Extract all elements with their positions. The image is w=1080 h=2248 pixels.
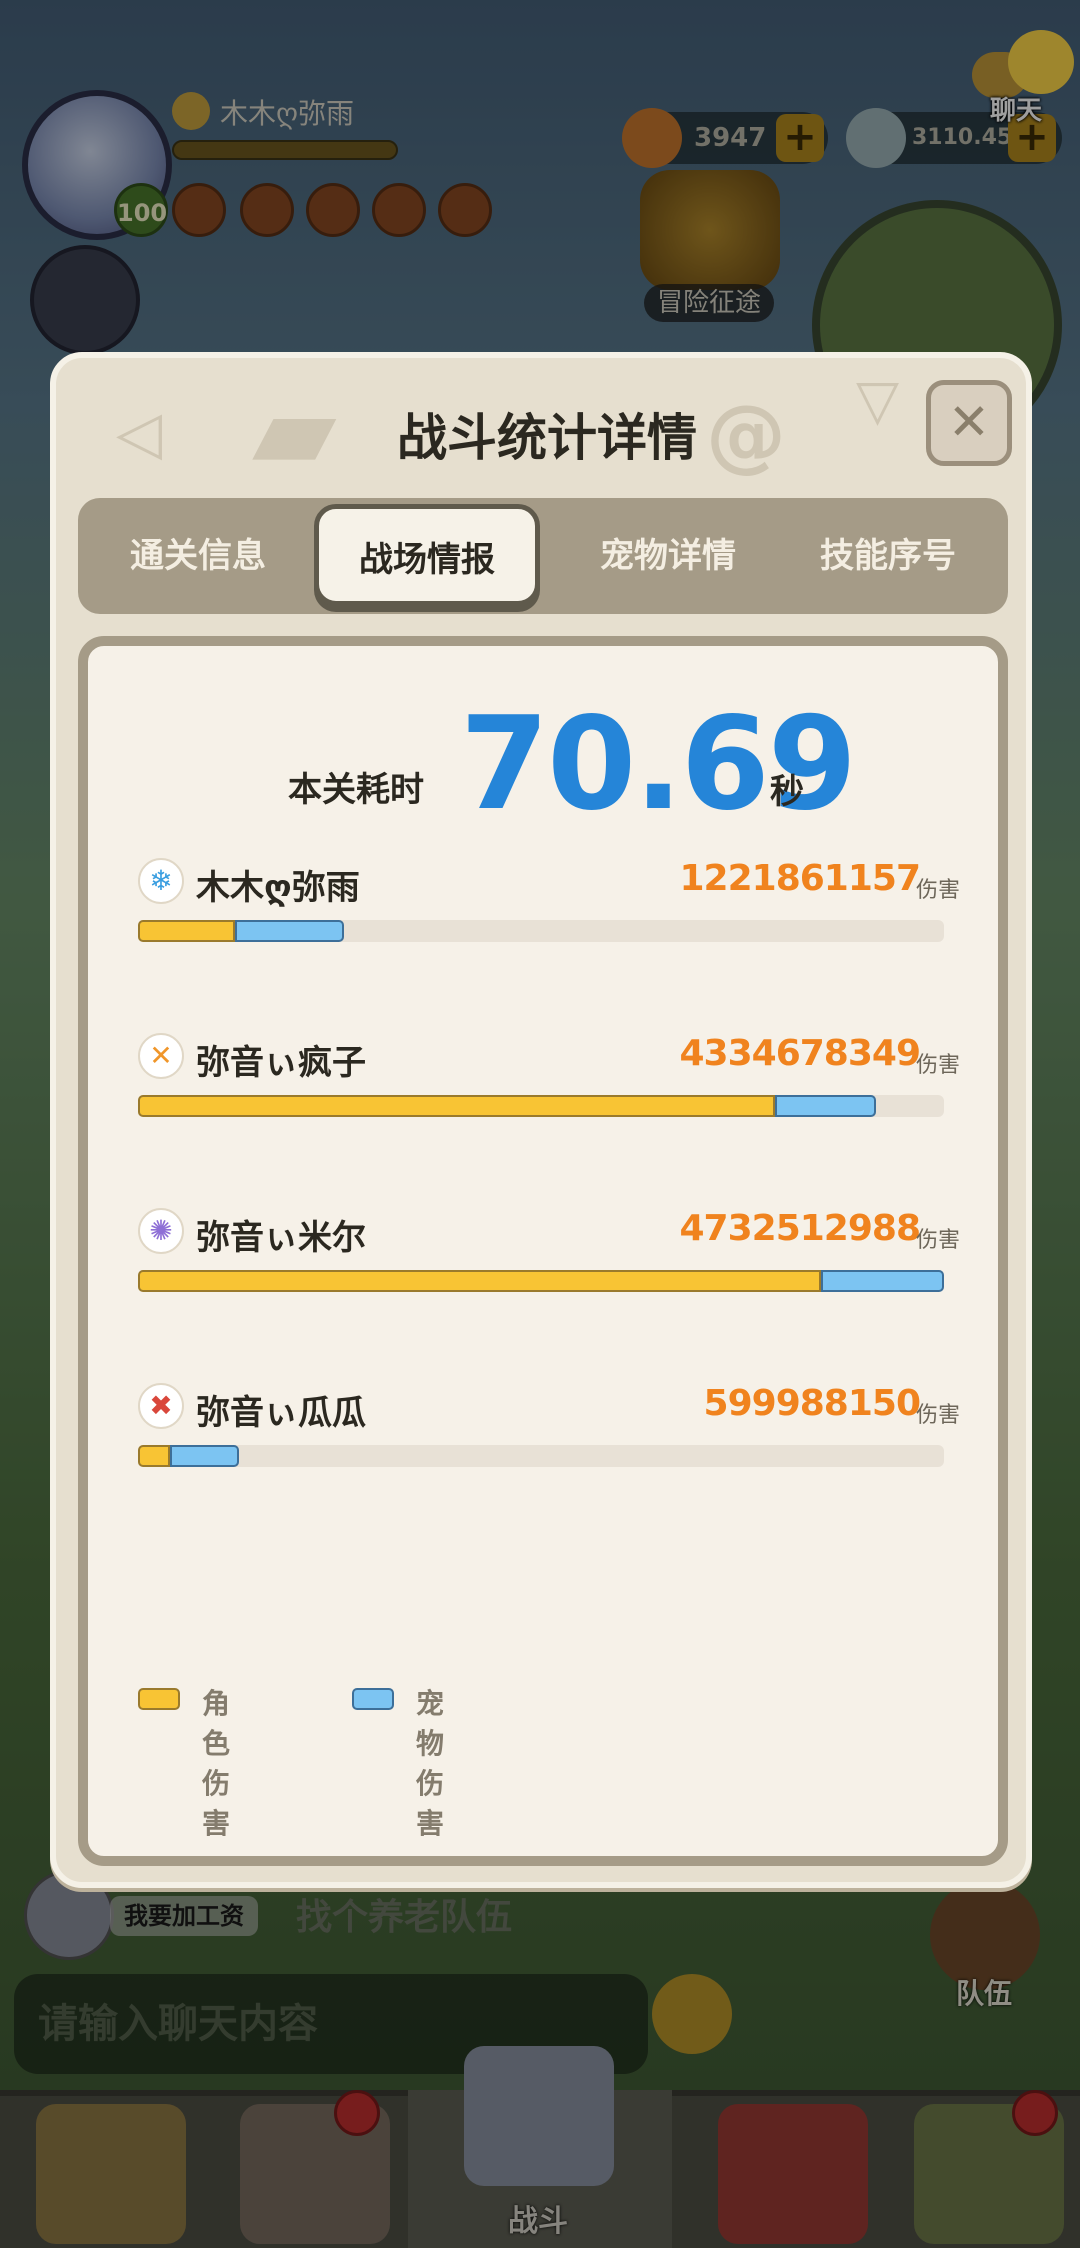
close-button[interactable]: ✕ [926,380,1012,466]
damage-unit-label: 伤害 [915,1228,960,1253]
tab-battlefield-intel[interactable]: 战场情报 [314,504,540,606]
damage-bar [138,1270,944,1292]
damage-bar [138,920,944,942]
battle-stats-dialog: ◁ ▰ @ ▽ 战斗统计详情 ✕ 通关信息 战场情报 宠物详情 技能序号 本关耗… [50,352,1032,1888]
legend-swatch-role [138,1688,180,1710]
role-damage-fill [138,1445,170,1467]
demon-class-icon: ✖ [138,1383,184,1429]
player-damage-value: 4732512988 [679,1208,921,1249]
pet-damage-fill [170,1445,239,1467]
clear-time-row: 本关耗时 70.69 秒 [88,690,998,839]
player-damage-row: ✖ 弥音ぃ瓜瓜 599988150 伤害 [138,1383,960,1503]
magic-class-icon: ✺ [138,1208,184,1254]
player-name: 弥音ぃ瓜瓜 [196,1393,366,1433]
player-name: 木木ღ弥雨 [196,868,360,908]
tab-pet-details[interactable]: 宠物详情 [548,498,788,614]
role-damage-fill [138,920,235,942]
player-damage-value: 1221861157 [679,858,921,899]
tab-clear-info[interactable]: 通关信息 [78,498,318,614]
legend-label-role: 角色伤害 [202,1687,231,1840]
tab-skill-order[interactable]: 技能序号 [768,498,1008,614]
sword-class-icon: ✕ [138,1033,184,1079]
player-damage-value: 4334678349 [679,1033,921,1074]
clear-time-label: 本关耗时 [288,770,424,810]
player-name: 弥音ぃ米尔 [196,1218,366,1258]
legend-swatch-pet [352,1688,394,1710]
damage-bar [138,1445,944,1467]
player-damage-row: ✺ 弥音ぃ米尔 4732512988 伤害 [138,1208,960,1328]
tab-bar: 通关信息 战场情报 宠物详情 技能序号 [78,498,1008,614]
damage-unit-label: 伤害 [915,1053,960,1078]
player-damage-row: ❄ 木木ღ弥雨 1221861157 伤害 [138,858,960,978]
damage-bar [138,1095,944,1117]
role-damage-fill [138,1270,821,1292]
clear-time-unit: 秒 [770,772,804,812]
pet-damage-fill [821,1270,944,1292]
damage-unit-label: 伤害 [915,878,960,903]
dialog-title: 战斗统计详情 [397,409,697,467]
pet-damage-fill [775,1095,876,1117]
player-name: 弥音ぃ疯子 [196,1043,366,1083]
pet-damage-fill [235,920,344,942]
player-damage-row: ✕ 弥音ぃ疯子 4334678349 伤害 [138,1033,960,1153]
ice-class-icon: ❄ [138,858,184,904]
player-damage-value: 599988150 [703,1383,921,1424]
legend-label-pet: 宠物伤害 [416,1687,445,1840]
battlefield-intel-panel: 本关耗时 70.69 秒 ❄ 木木ღ弥雨 1221861157 伤害 ✕ 弥音ぃ… [78,636,1008,1866]
damage-unit-label: 伤害 [915,1403,960,1428]
role-damage-fill [138,1095,775,1117]
